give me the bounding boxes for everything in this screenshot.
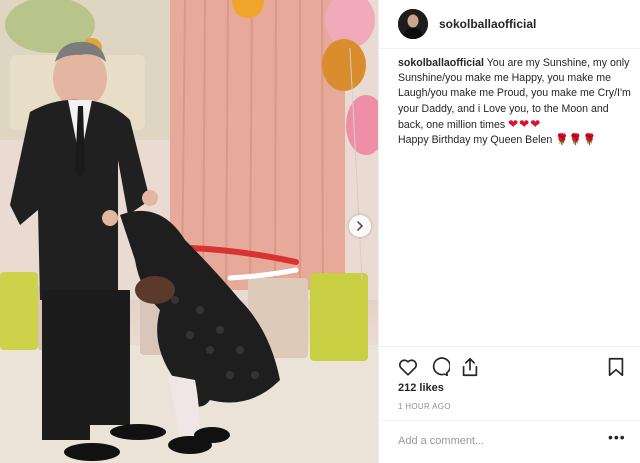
caption-username[interactable]: sokolballaofficial (398, 57, 484, 69)
post-timestamp[interactable]: 1 HOUR AGO (398, 402, 451, 411)
post-caption: sokolballaofficial You are my Sunshine, … (398, 56, 634, 148)
more-options-button[interactable]: ••• (608, 430, 626, 448)
likes-count[interactable]: 212 likes (398, 382, 444, 394)
next-photo-button[interactable] (349, 215, 371, 237)
action-bar (397, 356, 627, 378)
caption-hearts: ❤❤❤ (508, 116, 542, 131)
header-username[interactable]: sokolballaofficial (439, 17, 536, 31)
caption-roses: 🌹🌹🌹 (555, 134, 597, 147)
share-icon (462, 357, 478, 377)
comment-icon (432, 357, 451, 377)
chevron-right-icon (357, 221, 364, 231)
save-button[interactable] (605, 356, 627, 378)
comment-button[interactable] (428, 356, 451, 378)
share-button[interactable] (459, 356, 481, 378)
comment-divider (379, 420, 640, 421)
heart-icon (399, 359, 417, 376)
post-side-panel: sokolballaofficial sokolballaofficial Yo… (378, 0, 640, 463)
caption-birthday-line: Happy Birthday my Queen Belen (398, 134, 556, 147)
actions-divider (379, 346, 640, 347)
profile-picture (398, 9, 428, 39)
comment-input[interactable] (398, 430, 588, 452)
photo-scene (0, 0, 378, 463)
post-header: sokolballaofficial (379, 0, 640, 48)
like-button[interactable] (397, 356, 419, 378)
post-photo[interactable] (0, 0, 378, 463)
bookmark-icon (608, 357, 624, 377)
header-divider (379, 48, 640, 49)
avatar[interactable] (398, 9, 428, 39)
